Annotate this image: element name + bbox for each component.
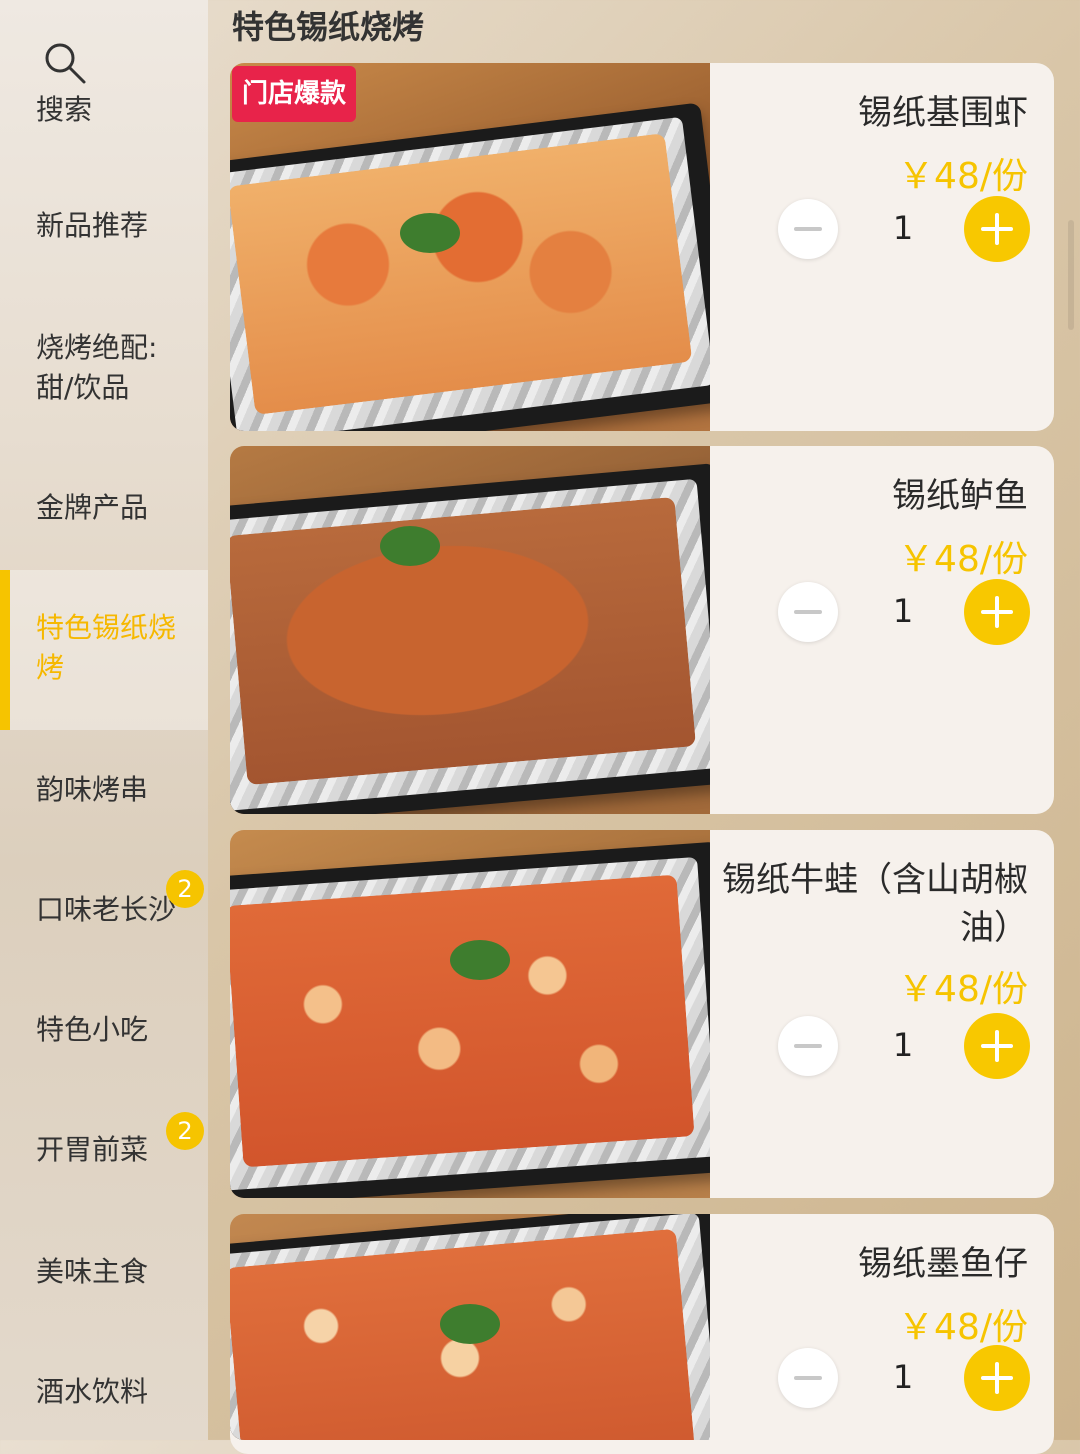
increase-quantity-button[interactable] xyxy=(964,196,1030,262)
sidebar-item-label: 韵味烤串 xyxy=(36,773,149,806)
quantity-value: 1 xyxy=(892,1026,914,1064)
sidebar-item-label: 酒水饮料 xyxy=(36,1375,149,1408)
product-photo xyxy=(230,1214,710,1440)
sidebar-item-label: 新品推荐 xyxy=(36,209,149,242)
product-price: ￥48/份 xyxy=(898,969,1028,1010)
product-card[interactable]: 锡纸墨鱼仔 ￥48/份 1 xyxy=(230,1214,1054,1454)
sidebar-item-label: 金牌产品 xyxy=(36,491,149,524)
product-price: ￥48/份 xyxy=(898,539,1028,580)
increase-quantity-button[interactable] xyxy=(964,1013,1030,1079)
sidebar-item-label: 特色小吃 xyxy=(36,1013,149,1046)
category-sidebar: 搜索 新品推荐 烧烤绝配:甜/饮品 金牌产品 特色锡纸烧烤 韵味烤串 口味老长沙… xyxy=(0,0,208,1440)
search-icon xyxy=(45,43,86,84)
scrollbar[interactable] xyxy=(1068,220,1074,330)
product-price: ￥48/份 xyxy=(898,1307,1028,1348)
increase-quantity-button[interactable] xyxy=(964,579,1030,645)
sidebar-item-foil-bbq[interactable]: 特色锡纸烧烤 xyxy=(0,570,208,730)
increase-quantity-button[interactable] xyxy=(964,1345,1030,1411)
sidebar-item-snacks[interactable]: 特色小吃 xyxy=(0,1010,208,1058)
decrease-quantity-button[interactable] xyxy=(778,582,838,642)
product-name: 锡纸鲈鱼 xyxy=(892,476,1028,516)
sidebar-item-label: 烧烤绝配:甜/饮品 xyxy=(36,331,158,404)
product-photo xyxy=(230,830,710,1198)
sidebar-item-label: 美味主食 xyxy=(36,1255,149,1288)
decrease-quantity-button[interactable] xyxy=(778,1016,838,1076)
product-name: 锡纸牛蛙（含山胡椒油） xyxy=(722,860,1028,948)
sidebar-item-beverages[interactable]: 酒水饮料 xyxy=(0,1372,208,1420)
product-price: ￥48/份 xyxy=(898,156,1028,197)
sidebar-badge: 2 xyxy=(166,870,204,908)
product-card[interactable]: 锡纸鲈鱼 ￥48/份 1 xyxy=(230,446,1054,814)
quantity-value: 1 xyxy=(892,209,914,247)
sidebar-item-staples[interactable]: 美味主食 xyxy=(0,1252,208,1300)
quantity-value: 1 xyxy=(892,592,914,630)
hot-item-tag: 门店爆款 xyxy=(232,66,357,122)
sidebar-item-drinks-pairing[interactable]: 烧烤绝配:甜/饮品 xyxy=(0,328,208,412)
sidebar-item-label: 口味老长沙 xyxy=(36,893,177,926)
sidebar-item-label: 开胃前菜 xyxy=(36,1133,149,1166)
decrease-quantity-button[interactable] xyxy=(778,1348,838,1408)
search-label: 搜索 xyxy=(36,93,93,126)
sidebar-badge: 2 xyxy=(166,1112,204,1150)
search-button[interactable]: 搜索 xyxy=(36,38,116,130)
sidebar-item-skewers[interactable]: 韵味烤串 xyxy=(0,770,208,818)
section-title: 特色锡纸烧烤 xyxy=(232,8,425,46)
decrease-quantity-button[interactable] xyxy=(778,199,838,259)
product-photo xyxy=(230,446,710,814)
sidebar-item-new[interactable]: 新品推荐 xyxy=(0,206,208,254)
quantity-value: 1 xyxy=(892,1358,914,1396)
product-name: 锡纸基围虾 xyxy=(858,93,1028,133)
product-name: 锡纸墨鱼仔 xyxy=(858,1244,1028,1284)
sidebar-item-gold[interactable]: 金牌产品 xyxy=(0,488,208,536)
sidebar-item-label: 特色锡纸烧烤 xyxy=(36,611,177,684)
product-card[interactable]: 锡纸牛蛙（含山胡椒油） ￥48/份 1 xyxy=(230,830,1054,1198)
